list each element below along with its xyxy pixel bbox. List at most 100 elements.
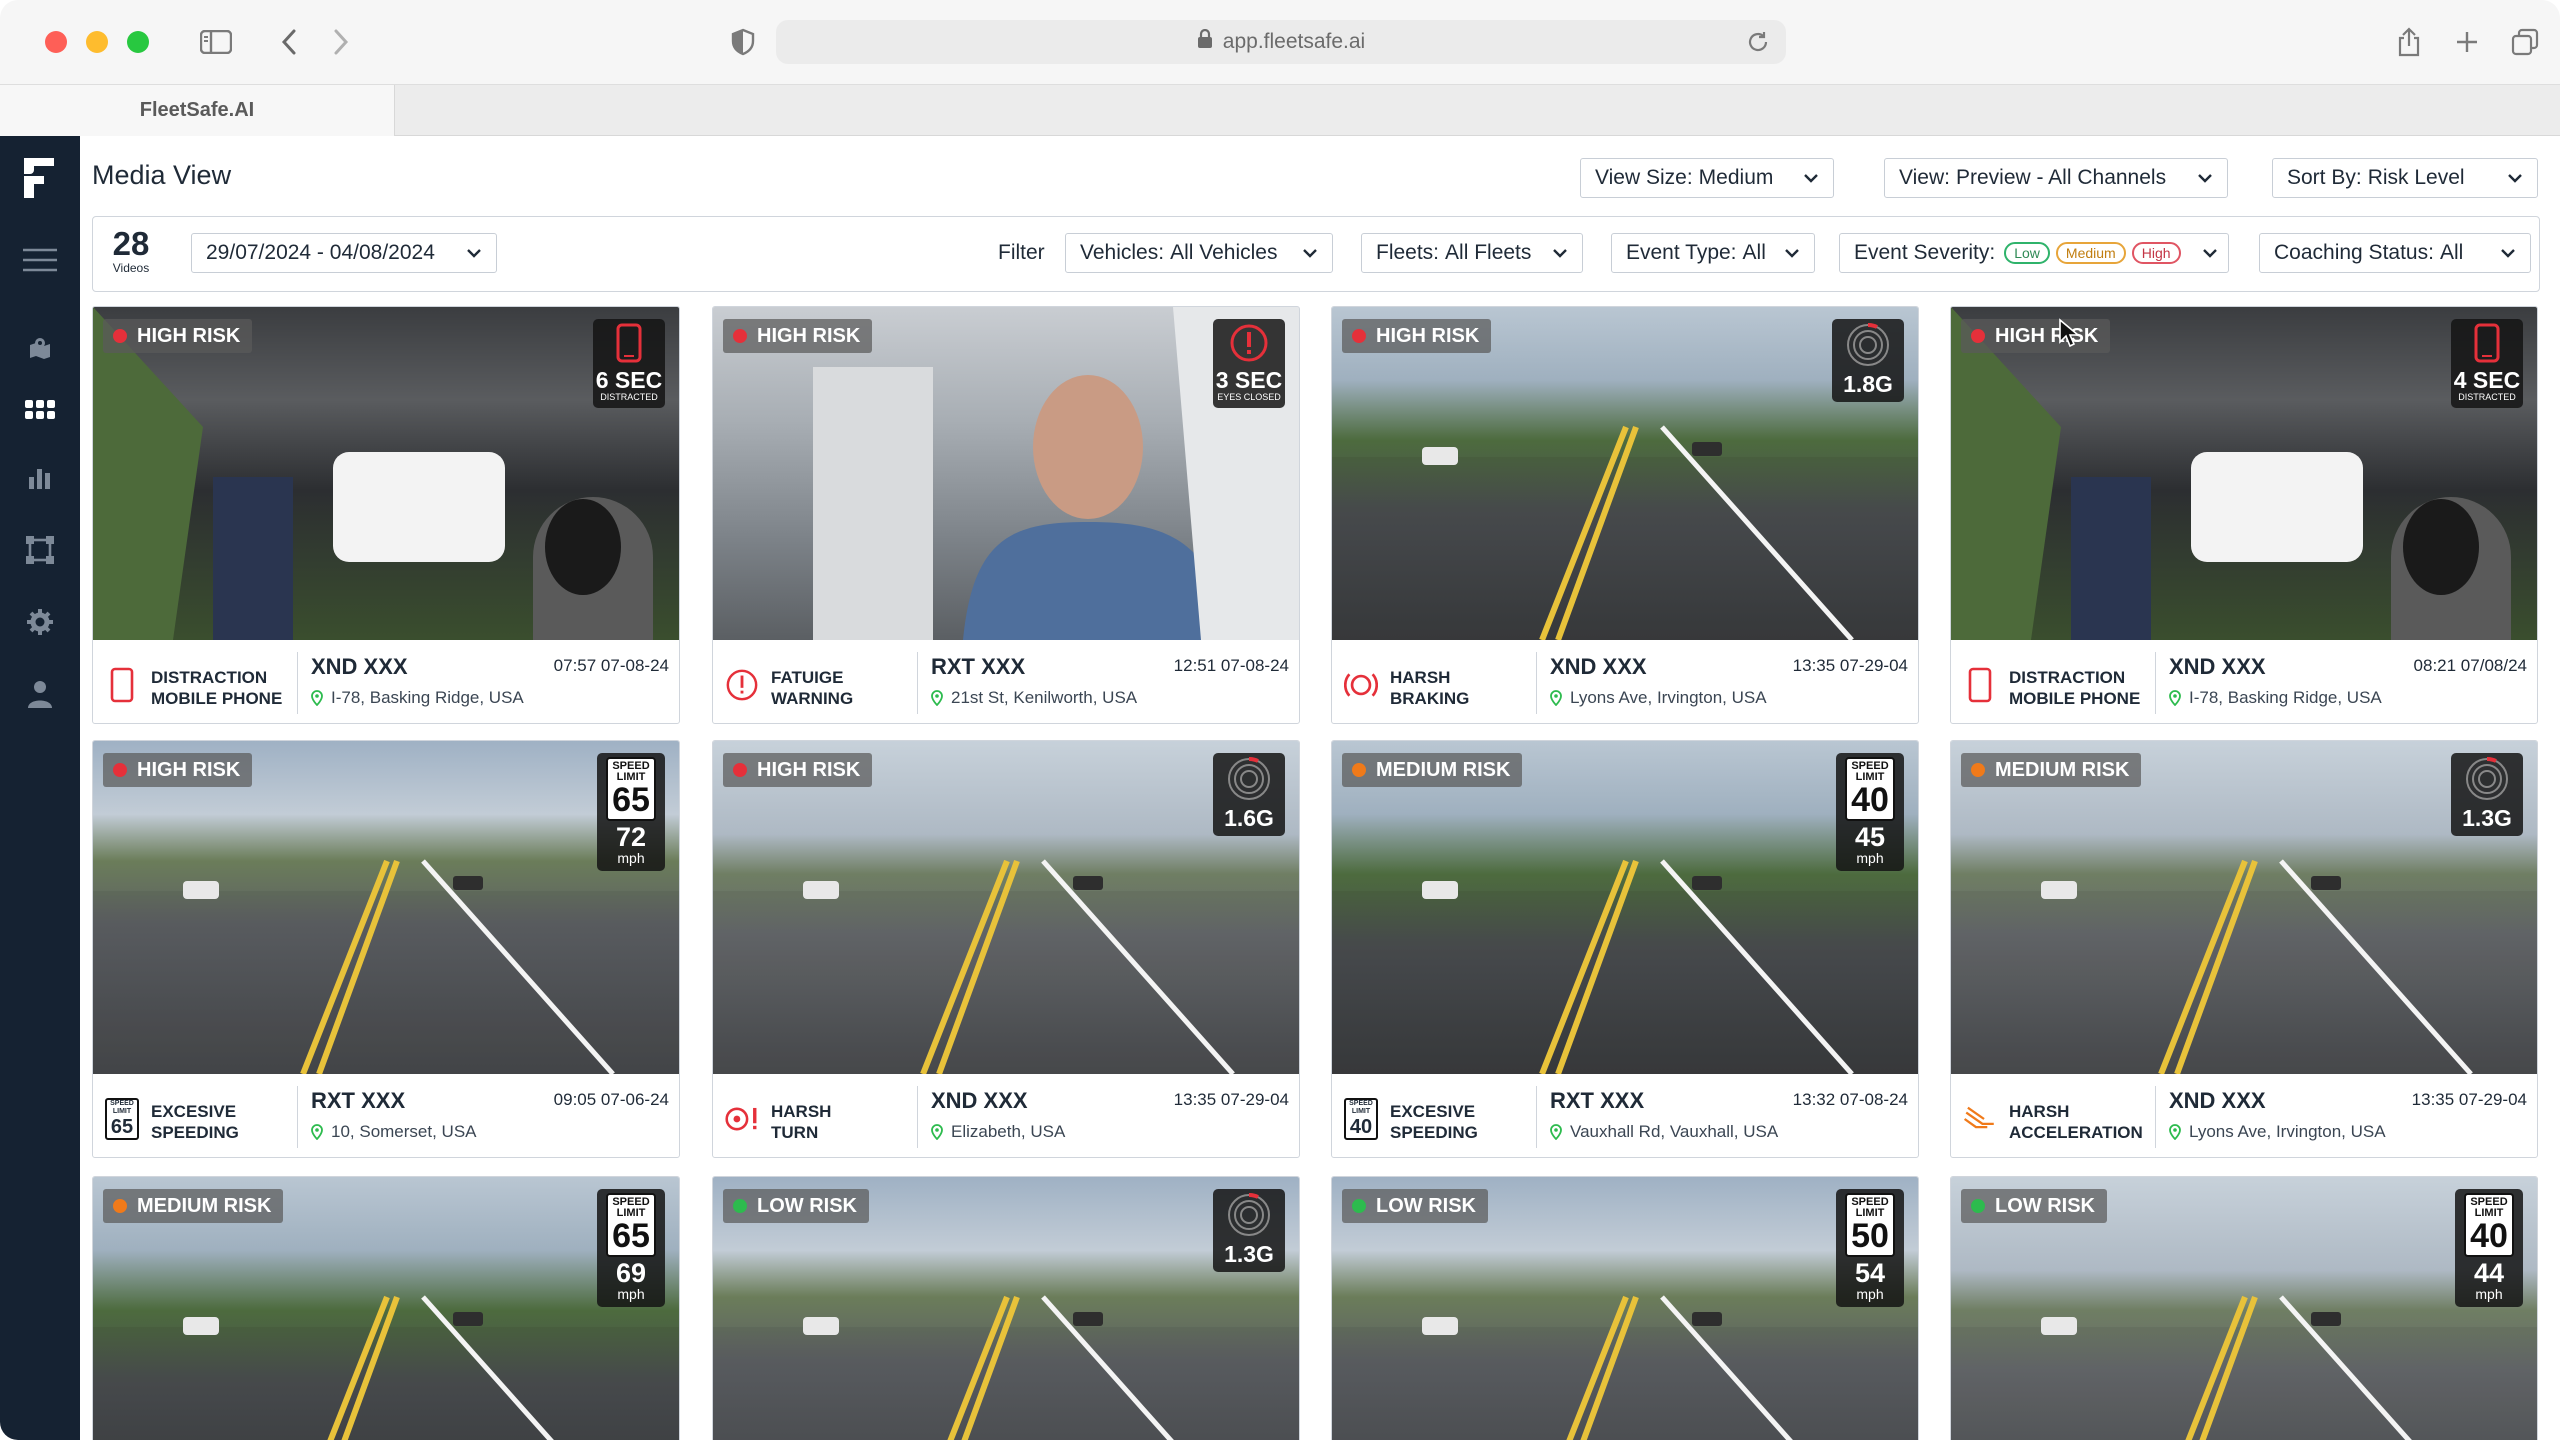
- sidebar-toggle-icon[interactable]: [198, 22, 234, 62]
- forward-icon[interactable]: [328, 22, 354, 62]
- view-mode-select[interactable]: View: Preview - All Channels: [1884, 158, 2228, 198]
- media-card[interactable]: MEDIUM RISK 1.3G HARSH ACCELERATION XND XXX…: [1950, 740, 2538, 1158]
- video-thumbnail[interactable]: HIGH RISK SPEED LIMIT 65 72 mph: [93, 741, 679, 1074]
- page-title: Media View: [92, 160, 232, 190]
- event-type-label: HARSH ACCELERATION: [2009, 1102, 2143, 1142]
- speed-limit-sign: SPEED LIMIT 65: [606, 1193, 656, 1257]
- gforce-badge: 1.3G: [1213, 1189, 1285, 1272]
- date-range-select[interactable]: 29/07/2024 - 04/08/2024: [191, 233, 497, 273]
- map-icon[interactable]: [20, 330, 60, 366]
- user-profile-icon[interactable]: [20, 676, 60, 712]
- event-severity-filter[interactable]: Event Severity: Low Medium High: [1839, 233, 2229, 273]
- risk-dot-icon: [733, 763, 747, 777]
- video-thumbnail[interactable]: LOW RISK SPEED LIMIT 50 54 mph: [1332, 1177, 1918, 1440]
- event-timestamp: 13:35 07-29-04: [1792, 656, 1908, 675]
- video-thumbnail[interactable]: MEDIUM RISK 1.3G: [1951, 741, 2537, 1074]
- media-card[interactable]: MEDIUM RISK SPEED LIMIT 65 69 mph: [92, 1176, 680, 1440]
- address-bar[interactable]: app.fleetsafe.ai: [776, 20, 1786, 64]
- event-type-label: EXCESIVE SPEEDING: [1390, 1102, 1478, 1142]
- speed-badge: SPEED LIMIT 65 69 mph: [597, 1189, 665, 1307]
- media-card[interactable]: LOW RISK 1.3G: [712, 1176, 1300, 1440]
- divider: [1536, 1086, 1537, 1148]
- coaching-status-filter[interactable]: Coaching Status: All: [2259, 233, 2531, 273]
- filter-bar: 28 Videos 29/07/2024 - 04/08/2024 Filter…: [92, 216, 2540, 292]
- fleetsafe-logo[interactable]: [20, 154, 60, 202]
- distraction-badge: 6 SEC DISTRACTED: [593, 319, 665, 408]
- view-size-select[interactable]: View Size: Medium: [1580, 158, 1834, 198]
- media-card[interactable]: HIGH RISK 3 SEC EYES CLOSED FATUIGE WARNING…: [712, 306, 1300, 724]
- analytics-icon[interactable]: [20, 460, 60, 496]
- card-info: DISTRACTION MOBILE PHONE XND XXX 08:21 07/…: [1951, 640, 2537, 723]
- vehicle-id: XND XXX: [311, 654, 408, 679]
- chevron-down-icon: [1292, 248, 1318, 258]
- gforce-badge: 1.6G: [1213, 753, 1285, 836]
- event-type-filter[interactable]: Event Type: All: [1611, 233, 1815, 273]
- video-thumbnail[interactable]: HIGH RISK 4 SEC DISTRACTED: [1951, 307, 2537, 640]
- back-icon[interactable]: [276, 22, 302, 62]
- event-location: 10, Somerset, USA: [311, 1122, 477, 1142]
- risk-level-badge: HIGH RISK: [1342, 319, 1492, 353]
- media-card[interactable]: HIGH RISK SPEED LIMIT 65 72 mph SPEED LIMIT 65…: [92, 740, 680, 1158]
- video-thumbnail[interactable]: LOW RISK SPEED LIMIT 40 44 mph: [1951, 1177, 2537, 1440]
- severity-low-pill[interactable]: Low: [2004, 242, 2050, 264]
- tab-overview-icon[interactable]: [2508, 22, 2542, 62]
- media-card[interactable]: HIGH RISK 1.6G HARSH TURN XND XXX 13:35 07-2…: [712, 740, 1300, 1158]
- new-tab-icon[interactable]: [2452, 22, 2482, 62]
- risk-dot-icon: [1352, 329, 1366, 343]
- route-icon[interactable]: [20, 532, 60, 568]
- media-card[interactable]: LOW RISK SPEED LIMIT 50 54 mph: [1331, 1176, 1919, 1440]
- browser-toolbar: app.fleetsafe.ai: [0, 0, 2560, 84]
- close-window-button[interactable]: [45, 31, 67, 53]
- media-card[interactable]: LOW RISK SPEED LIMIT 40 44 mph: [1950, 1176, 2538, 1440]
- risk-level-badge: HIGH RISK: [103, 753, 253, 787]
- sort-by-select[interactable]: Sort By: Risk Level: [2272, 158, 2538, 198]
- video-thumbnail[interactable]: MEDIUM RISK SPEED LIMIT 40 45 mph: [1332, 741, 1918, 1074]
- video-thumbnail[interactable]: MEDIUM RISK SPEED LIMIT 65 69 mph: [93, 1177, 679, 1440]
- media-card[interactable]: HIGH RISK 4 SEC DISTRACTED DISTRACTION MOBI…: [1950, 306, 2538, 724]
- vehicles-filter[interactable]: Vehicles: All Vehicles: [1065, 233, 1333, 273]
- zoom-window-button[interactable]: [127, 31, 149, 53]
- phone-icon: [616, 323, 642, 363]
- video-thumbnail[interactable]: HIGH RISK 6 SEC DISTRACTED: [93, 307, 679, 640]
- event-type-label: DISTRACTION MOBILE PHONE: [2009, 668, 2141, 708]
- video-count: 28 Videos: [112, 225, 150, 276]
- menu-icon[interactable]: [20, 242, 60, 278]
- risk-dot-icon: [113, 329, 127, 343]
- risk-level-badge: LOW RISK: [723, 1189, 869, 1223]
- chevron-down-icon: [2497, 173, 2523, 183]
- severity-high-pill[interactable]: High: [2131, 242, 2181, 264]
- risk-level-badge: HIGH RISK: [723, 319, 873, 353]
- risk-level-badge: HIGH RISK: [1961, 319, 2111, 353]
- video-thumbnail[interactable]: HIGH RISK 1.8G: [1332, 307, 1918, 640]
- browser-tab[interactable]: FleetSafe.AI: [0, 85, 395, 136]
- gforce-radar-icon: [1228, 1193, 1270, 1236]
- event-timestamp: 13:32 07-08-24: [1792, 1090, 1908, 1109]
- settings-gear-icon[interactable]: [20, 604, 60, 640]
- reload-icon[interactable]: [1746, 30, 1770, 60]
- fleets-filter[interactable]: Fleets: All Fleets: [1361, 233, 1583, 273]
- event-timestamp: 09:05 07-06-24: [553, 1090, 669, 1109]
- video-thumbnail[interactable]: HIGH RISK 1.6G: [713, 741, 1299, 1074]
- risk-level-badge: HIGH RISK: [103, 319, 253, 353]
- media-card[interactable]: HIGH RISK 6 SEC DISTRACTED DISTRACTION MOBI…: [92, 306, 680, 724]
- divider: [297, 1086, 298, 1148]
- media-card[interactable]: MEDIUM RISK SPEED LIMIT 40 45 mph SPEED LIMIT…: [1331, 740, 1919, 1158]
- share-icon[interactable]: [2394, 22, 2424, 62]
- minimize-window-button[interactable]: [86, 31, 108, 53]
- vehicle-id: RXT XXX: [1550, 1088, 1645, 1113]
- url-text: app.fleetsafe.ai: [1222, 30, 1366, 53]
- speed-sign-icon: SPEED LIMIT 40: [1344, 1098, 1378, 1140]
- severity-medium-pill[interactable]: Medium: [2055, 242, 2126, 264]
- video-thumbnail[interactable]: LOW RISK 1.3G: [713, 1177, 1299, 1440]
- event-type-label: HARSH BRAKING: [1390, 668, 1470, 708]
- gforce-radar-icon: [1847, 323, 1889, 366]
- speed-limit-sign: SPEED LIMIT 40: [1845, 757, 1895, 821]
- vehicle-id: XND XXX: [931, 1088, 1028, 1113]
- event-location: 21st St, Kenilworth, USA: [931, 688, 1137, 708]
- vehicle-id: XND XXX: [1550, 654, 1647, 679]
- media-grid-icon[interactable]: [20, 392, 60, 428]
- video-thumbnail[interactable]: HIGH RISK 3 SEC EYES CLOSED: [713, 307, 1299, 640]
- card-info: SPEED LIMIT 65 EXCESIVE SPEEDING RXT XXX 09:…: [93, 1074, 679, 1157]
- privacy-shield-icon[interactable]: [728, 22, 758, 62]
- media-card[interactable]: HIGH RISK 1.8G HARSH BRAKING XND XXX 13:35 0…: [1331, 306, 1919, 724]
